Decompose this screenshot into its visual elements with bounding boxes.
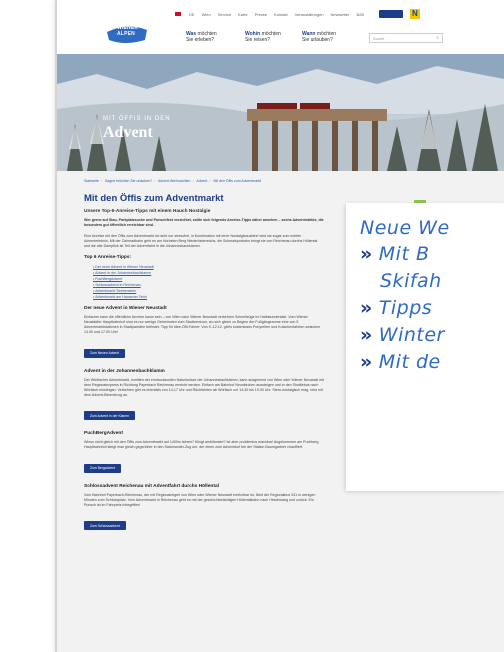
breadcrumb-current: Mit den Öffis zum Adventmarkt xyxy=(213,179,262,183)
card-item-text: Mit B xyxy=(378,243,430,265)
util-link-newsletter[interactable]: Newsletter xyxy=(331,12,350,17)
chevron-right-icon: » xyxy=(360,351,373,373)
article-lead: Unsere Top-6-Anreise-Tipps mit einem Hau… xyxy=(84,209,211,214)
util-link-service[interactable]: Service xyxy=(218,12,231,17)
section-heading: Advent in der Johannesbachklamm xyxy=(84,368,165,374)
hero-image: MIT ÖFFIS IN DEN Advent xyxy=(57,54,504,171)
nav-wohin[interactable]: Wohin möchten Sie reisen? xyxy=(245,31,281,43)
section-heading: Schlossadvent Reichenau mit Adventfahrt … xyxy=(84,483,219,489)
section-text: Einfacher kann die öffentliche Anreise k… xyxy=(84,315,321,334)
nav-was-line2: Sie erleben? xyxy=(186,37,215,43)
card-item-text: Tipps xyxy=(378,297,433,319)
partner-logo[interactable] xyxy=(379,10,404,18)
section-button[interactable]: Zum Bergadvent xyxy=(84,463,122,473)
card-item-text: Skifah xyxy=(380,270,442,292)
nav-wann[interactable]: Wann möchten Sie urlauben? xyxy=(302,31,336,43)
card-item-text: Mit de xyxy=(378,351,441,373)
hero-subtitle: MIT ÖFFIS IN DEN xyxy=(103,116,171,122)
card-item: » Mit de xyxy=(360,349,504,376)
wiener-alpen-logo[interactable]: WIENER ALPEN xyxy=(105,24,149,44)
article-paragraph: Eine Anreise mit den Öffis zum Adventmar… xyxy=(84,234,318,248)
overlay-card: Neue We » Mit B Skifah » Tipps » Winter » Mi… xyxy=(346,200,504,491)
card-item: » Mit B xyxy=(360,241,504,268)
section-heading: PuchBergAdvent xyxy=(84,431,123,436)
section-text: Der Würflacher Adventmarkt, inmitten der… xyxy=(84,377,324,397)
section-text: Wieso nicht gleich mit den Öffis zum Adv… xyxy=(84,440,319,449)
section-heading: Der neue Advent in Wiener Neustadt xyxy=(84,306,167,311)
card-title: Neue We xyxy=(360,217,450,239)
section-button[interactable]: Zum Schlossadvent xyxy=(84,521,126,530)
card-item: » Winter xyxy=(360,322,504,349)
util-link-veranstaltungen[interactable]: Veranstaltungen xyxy=(295,12,324,17)
nav-wann-line2: Sie urlauben? xyxy=(302,37,333,43)
search-placeholder: Suche xyxy=(373,36,385,41)
article-intro: Wer gerne auf Stau, Parkplatzsuche und P… xyxy=(84,218,324,227)
chevron-right-icon: » xyxy=(360,324,373,346)
breadcrumb-item[interactable]: Advent-Weihnachten xyxy=(158,179,190,183)
breadcrumb-item[interactable]: Startseite xyxy=(84,179,99,183)
utility-bar: DE Wien Service Karte Presse Kontakt Ver… xyxy=(175,8,490,20)
search-input[interactable]: Suche ⌕ xyxy=(369,33,443,43)
flag-icon xyxy=(175,12,181,16)
breadcrumb-item[interactable]: Sagen möchten Sie urlauben? xyxy=(105,179,152,183)
nav-was[interactable]: Was möchten Sie erleben? xyxy=(186,31,217,43)
search-icon[interactable]: ⌕ xyxy=(436,35,439,41)
card-accent xyxy=(414,200,426,203)
section-button[interactable]: Zum Advent in der Klamm xyxy=(84,411,136,420)
util-link-presse[interactable]: Presse xyxy=(255,12,267,17)
tips-list: Der neue Advent in Wiener Neustadt Adven… xyxy=(93,264,324,300)
util-link-b2b[interactable]: B2B xyxy=(356,12,364,17)
left-margin xyxy=(0,0,55,652)
hero-title: Advent xyxy=(103,124,153,141)
section-button[interactable]: Zum Neuen Advent xyxy=(84,348,126,358)
breadcrumb: Startseite › Sagen möchten Sie urlauben? ›… xyxy=(84,179,262,183)
card-item: » Tipps xyxy=(360,295,504,322)
section-text: Vom Bahnhof Payerbach-Reichenau, der mit… xyxy=(84,492,316,507)
noe-logo[interactable] xyxy=(410,9,421,19)
chevron-right-icon: » xyxy=(360,297,373,319)
tips-heading: Top 6 Anreise-Tipps: xyxy=(84,255,132,260)
tip-link[interactable]: Adventmarkt am Hausener Teich xyxy=(93,294,324,300)
chevron-right-icon: » xyxy=(360,243,373,265)
util-lang[interactable]: DE xyxy=(189,12,195,17)
nav-wohin-line2: Sie reisen? xyxy=(245,37,271,43)
util-link-kontakt[interactable]: Kontakt xyxy=(274,12,288,17)
brand-line2: ALPEN xyxy=(117,30,135,37)
breadcrumb-item[interactable]: Advent xyxy=(196,179,207,183)
util-link-karte[interactable]: Karte xyxy=(238,12,248,17)
card-item: Skifah xyxy=(360,268,504,295)
card-item-text: Winter xyxy=(378,324,445,346)
article: Mit den Öffis zum Adventmarkt Unsere Top… xyxy=(84,193,324,538)
hero-landscape xyxy=(57,54,504,171)
page-title: Mit den Öffis zum Adventmarkt xyxy=(84,193,224,204)
util-link-wien[interactable]: Wien xyxy=(202,12,211,17)
